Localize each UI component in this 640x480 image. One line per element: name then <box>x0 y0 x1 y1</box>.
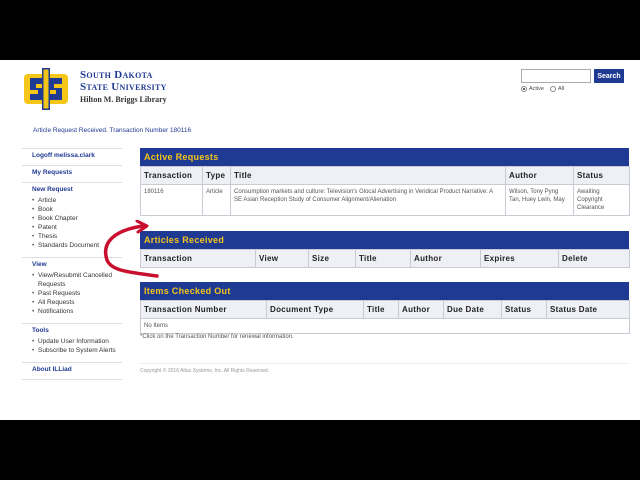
tools-link[interactable]: Tools <box>32 327 122 334</box>
sidebar-item-all-requests[interactable]: All Requests <box>32 298 122 307</box>
column-header[interactable]: Expires <box>480 249 559 268</box>
about-link[interactable]: About ILLiad <box>32 366 122 373</box>
sidebar-group-my-requests: My Requests <box>22 165 122 182</box>
column-header[interactable]: View <box>255 249 309 268</box>
logoff-link[interactable]: Logoff melissa.clark <box>32 152 122 159</box>
articles-received-table: Transaction View Size Title Author Expir… <box>140 249 630 268</box>
table-header-row: Transaction View Size Title Author Expir… <box>140 249 630 268</box>
search-input[interactable] <box>521 69 591 83</box>
radio-all[interactable] <box>549 86 556 92</box>
active-requests-panel: Active Requests Transaction Type Title A… <box>140 148 630 216</box>
university-line1: South Dakota <box>80 69 153 81</box>
request-status: Awaiting Copyright Clearance <box>573 184 630 216</box>
active-requests-heading: Active Requests <box>140 148 629 166</box>
sidebar-group-tools: Tools Update User Information Subscribe … <box>22 323 122 358</box>
new-request-link[interactable]: New Request <box>32 186 122 193</box>
column-header[interactable]: Due Date <box>443 300 502 319</box>
table-header-row: Transaction Type Title Author Status <box>140 166 630 185</box>
sidebar-group-about: About ILLiad <box>22 362 122 380</box>
university-line2: State University <box>80 81 167 93</box>
articles-received-panel: Articles Received Transaction View Size … <box>140 231 630 268</box>
articles-received-heading: Articles Received <box>140 231 629 249</box>
active-requests-table: Transaction Type Title Author Status 180… <box>140 166 630 216</box>
request-author: Wilson, Tony Pyng Tan, Huey Lwin, May <box>505 184 574 216</box>
status-message: Article Request Received. Transaction Nu… <box>33 127 192 134</box>
request-type: Article <box>202 184 231 216</box>
items-checked-out-heading: Items Checked Out <box>140 282 629 300</box>
column-header[interactable]: Title <box>363 300 399 319</box>
column-header[interactable]: Title <box>230 166 506 185</box>
column-header[interactable]: Type <box>202 166 231 185</box>
column-header[interactable]: Size <box>308 249 356 268</box>
search-button[interactable]: Search <box>594 69 624 83</box>
renewal-note: *Click on the Transaction Number for ren… <box>140 334 294 340</box>
library-name: Hilton M. Briggs Library <box>80 95 167 104</box>
radio-all-label: All <box>557 86 565 92</box>
column-header[interactable]: Status <box>501 300 547 319</box>
radio-active-label: Active <box>529 86 544 92</box>
request-title: Consumption markets and culture: Televis… <box>230 184 506 216</box>
empty-message: No Items <box>140 318 630 334</box>
annotation-arrow-icon <box>103 220 159 278</box>
table-row: No Items <box>140 318 630 334</box>
column-header[interactable]: Document Type <box>266 300 364 319</box>
column-header[interactable]: Status Date <box>546 300 630 319</box>
browser-viewport: South Dakota State University Hilton M. … <box>0 60 640 420</box>
sidebar-item-subscribe-alerts[interactable]: Subscribe to System Alerts <box>32 346 122 355</box>
table-row: 180116 Article Consumption markets and c… <box>140 184 630 216</box>
sdsu-logo[interactable] <box>22 66 70 112</box>
radio-active[interactable] <box>521 86 527 92</box>
sidebar-item-notifications[interactable]: Notifications <box>32 307 122 316</box>
transaction-number-link[interactable]: 180116 <box>140 184 203 216</box>
items-checked-out-table: Transaction Number Document Type Title A… <box>140 300 630 334</box>
column-header[interactable]: Author <box>505 166 574 185</box>
my-requests-link[interactable]: My Requests <box>32 169 122 176</box>
column-header[interactable]: Author <box>398 300 444 319</box>
sidebar-group-account: Logoff melissa.clark <box>22 148 122 165</box>
sidebar-item-article[interactable]: Article <box>32 196 122 205</box>
table-header-row: Transaction Number Document Type Title A… <box>140 300 630 319</box>
column-header[interactable]: Transaction <box>140 166 203 185</box>
column-header[interactable]: Status <box>573 166 630 185</box>
column-header[interactable]: Transaction Number <box>140 300 267 319</box>
column-header[interactable]: Delete <box>558 249 630 268</box>
items-checked-out-panel: Items Checked Out Transaction Number Doc… <box>140 282 630 334</box>
sidebar-item-past-requests[interactable]: Past Requests <box>32 289 122 298</box>
university-name[interactable]: South Dakota State University <box>80 69 167 93</box>
column-header[interactable]: Author <box>410 249 481 268</box>
sidebar-item-update-user[interactable]: Update User Information <box>32 337 122 346</box>
search-scope: Active All <box>521 86 568 92</box>
column-header[interactable]: Title <box>355 249 411 268</box>
copyright: Copyright © 2016 Atlas Systems, Inc. All… <box>140 363 629 374</box>
sidebar-item-book[interactable]: Book <box>32 205 122 214</box>
